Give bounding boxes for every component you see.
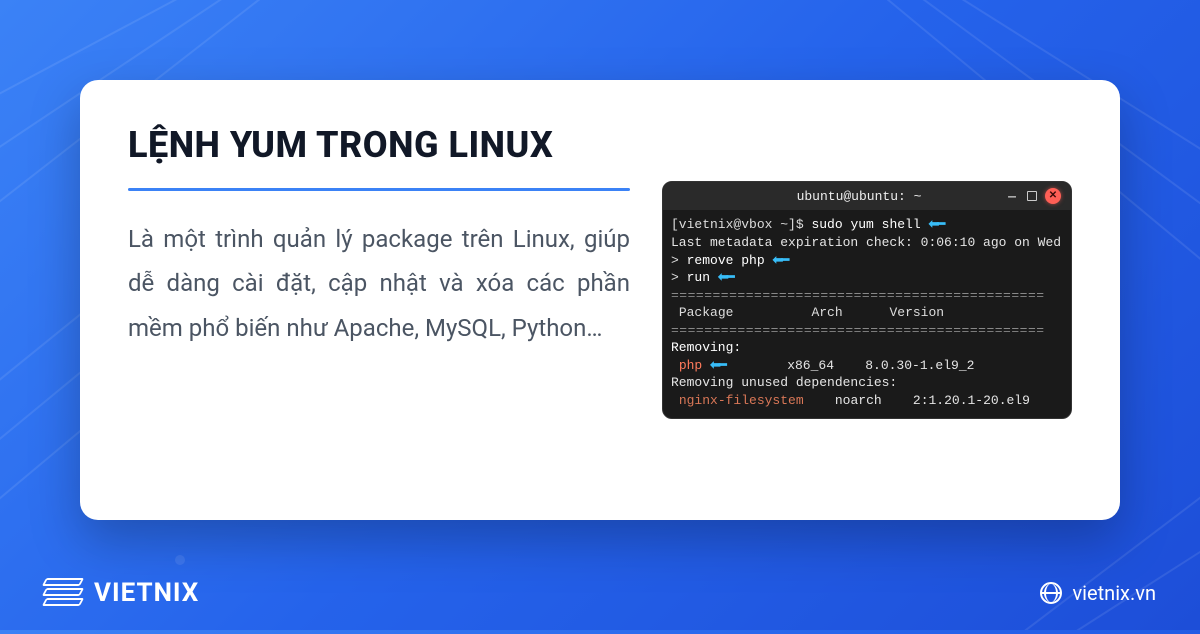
text-column: LỆNH YUM TRONG LINUX Là một trình quản l…	[128, 124, 630, 476]
title-divider	[128, 188, 630, 191]
footer-bar: VIETNIX vietnix.vn	[0, 556, 1200, 630]
maximize-icon[interactable]	[1025, 189, 1039, 203]
yum-remove-cmd: remove php	[687, 253, 765, 268]
terminal-titlebar: ubuntu@ubuntu: ~ — ✕	[663, 182, 1071, 210]
col-version: Version	[889, 305, 944, 320]
terminal-body: [vietnix@vbox ~]$ sudo yum shell ⬅━ Last…	[663, 210, 1071, 417]
brand-name: VIETNIX	[94, 578, 199, 608]
terminal-column: ubuntu@ubuntu: ~ — ✕ [vietnix@vbox ~]$ s…	[662, 124, 1072, 476]
meta-line: Last metadata expiration check: 0:06:10 …	[671, 235, 1061, 250]
minimize-icon[interactable]: —	[1005, 189, 1019, 203]
arrow-icon: ⬅━	[772, 253, 787, 268]
globe-icon	[1040, 582, 1062, 604]
site-url: vietnix.vn	[1072, 581, 1156, 605]
unused-deps-label: Removing unused dependencies:	[671, 375, 897, 390]
divider-line: ========================================…	[671, 323, 1045, 338]
arrow-icon: ⬅━	[710, 358, 725, 373]
col-package: Package	[679, 305, 734, 320]
arrow-icon: ⬅━	[718, 270, 733, 285]
divider-line: ========================================…	[671, 288, 1045, 303]
removing-label: Removing:	[671, 340, 741, 355]
brand: VIETNIX	[44, 578, 199, 608]
content-card: LỆNH YUM TRONG LINUX Là một trình quản l…	[80, 80, 1120, 520]
terminal-window: ubuntu@ubuntu: ~ — ✕ [vietnix@vbox ~]$ s…	[662, 181, 1072, 418]
close-icon[interactable]: ✕	[1045, 188, 1061, 204]
package-nginx-fs: nginx-filesystem	[679, 393, 804, 408]
arrow-icon: ⬅━	[928, 217, 943, 232]
col-arch: Arch	[811, 305, 842, 320]
terminal-title: ubuntu@ubuntu: ~	[721, 189, 997, 204]
page-title: LỆNH YUM TRONG LINUX	[128, 124, 630, 166]
site-link[interactable]: vietnix.vn	[1040, 581, 1156, 605]
shell-command: sudo yum shell	[811, 217, 920, 232]
description-text: Là một trình quản lý package trên Linux,…	[128, 217, 630, 350]
package-php: php	[679, 358, 702, 373]
shell-prompt: [vietnix@vbox ~]$	[671, 217, 804, 232]
logo-icon	[44, 578, 82, 608]
yum-run-cmd: run	[687, 270, 710, 285]
